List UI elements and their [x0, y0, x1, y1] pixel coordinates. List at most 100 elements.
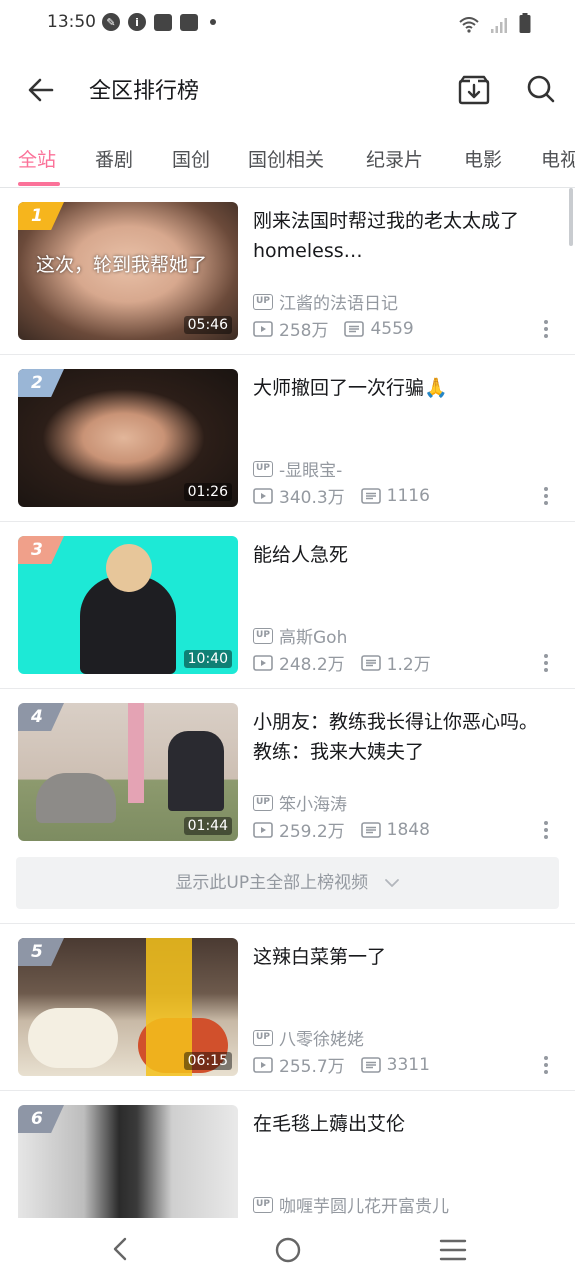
- danmaku-count: 4559: [370, 318, 414, 339]
- danmaku-icon: [360, 821, 381, 838]
- more-options-icon[interactable]: [540, 1054, 552, 1076]
- danmaku-icon: [344, 320, 365, 337]
- danmaku-count: 1.2万: [386, 655, 431, 675]
- video-title[interactable]: 能给人急死: [253, 540, 553, 570]
- uploader-name: -显眼宝-: [279, 461, 343, 481]
- tab-guochuang-related[interactable]: 国创相关: [248, 145, 324, 172]
- play-count: 255.7万: [279, 1057, 345, 1077]
- rank-badge: 1: [18, 202, 64, 230]
- more-notifications-icon: [210, 19, 216, 25]
- video-item[interactable]: 5 06:15 这辣白菜第一了 UP 八零徐姥姥 255.7万 3311: [0, 924, 575, 1091]
- rank-badge: 4: [18, 703, 64, 731]
- notification-icons: ✎ i: [102, 13, 216, 31]
- play-count-icon: [253, 320, 273, 337]
- nav-home-icon[interactable]: [274, 1236, 302, 1264]
- video-thumbnail[interactable]: 5 06:15: [18, 938, 238, 1076]
- search-icon[interactable]: [521, 69, 561, 109]
- video-duration: 10:40: [183, 650, 232, 668]
- tab-tv[interactable]: 电视: [541, 145, 575, 172]
- rank-badge: 6: [18, 1105, 64, 1133]
- uploader-name: 咖喱芋圆儿花开富贵儿: [279, 1197, 449, 1217]
- play-count: 258万: [279, 321, 329, 341]
- thumbnail-figure: [168, 731, 224, 811]
- uploader-row[interactable]: UP 高斯Goh: [253, 623, 347, 648]
- tab-documentary[interactable]: 纪录片: [366, 145, 423, 172]
- show-all-uploader-videos-button[interactable]: 显示此UP主全部上榜视频: [16, 857, 559, 909]
- video-item[interactable]: 2 01:26 大师撤回了一次行骗🙏 UP -显眼宝- 340.3万 1116: [0, 355, 575, 522]
- mail-icon: [180, 13, 198, 31]
- up-icon: UP: [253, 1196, 273, 1213]
- thumbnail-figure-head: [106, 544, 152, 592]
- uploader-row[interactable]: UP 咖喱芋圆儿花开富贵儿: [253, 1192, 449, 1217]
- play-count-icon: [253, 487, 273, 504]
- chevron-down-icon: [384, 879, 399, 887]
- uploader-row[interactable]: UP 江酱的法语日记: [253, 289, 398, 314]
- video-item[interactable]: 1 这次，轮到我帮她了 05:46 刚来法国时帮过我的老太太成了homeless…: [0, 188, 575, 355]
- mail-icon: [154, 13, 172, 31]
- play-count-icon: [253, 1056, 273, 1073]
- tab-all-site[interactable]: 全站: [18, 145, 56, 172]
- page-title: 全区排行榜: [89, 79, 200, 104]
- video-duration: 05:46: [183, 316, 232, 334]
- video-title[interactable]: 大师撤回了一次行骗🙏: [253, 373, 553, 403]
- up-icon: UP: [253, 1029, 273, 1046]
- video-item[interactable]: 4 01:44 小朋友：教练我长得让你恶心吗。 教练：我来大姨夫了 UP 笨小海…: [0, 689, 575, 856]
- up-icon: UP: [253, 293, 273, 310]
- app-notification-icon: ✎: [102, 13, 120, 31]
- thumbnail-figure: [36, 773, 116, 823]
- video-thumbnail[interactable]: 2 01:26: [18, 369, 238, 507]
- stats-row: 258万 4559: [253, 316, 414, 341]
- stats-row: 248.2万 1.2万: [253, 650, 431, 675]
- stats-row: 255.7万 3311: [253, 1052, 430, 1077]
- play-count: 340.3万: [279, 488, 345, 508]
- info-icon: i: [128, 13, 146, 31]
- uploader-row[interactable]: UP 八零徐姥姥: [253, 1025, 364, 1050]
- video-item[interactable]: 6 在毛毯上薅出艾伦 UP 咖喱芋圆儿花开富贵儿: [0, 1091, 575, 1218]
- thumbnail-buns: [28, 1008, 118, 1068]
- tab-bangumi[interactable]: 番剧: [95, 145, 133, 172]
- tab-movie[interactable]: 电影: [464, 145, 502, 172]
- tab-guochuang[interactable]: 国创: [172, 145, 210, 172]
- danmaku-count: 1116: [386, 485, 430, 506]
- uploader-name: 江酱的法语日记: [279, 294, 398, 314]
- more-options-icon[interactable]: [540, 652, 552, 674]
- danmaku-icon: [360, 487, 381, 504]
- video-item[interactable]: 3 10:40 能给人急死 UP 高斯Goh 248.2万 1.2万: [0, 522, 575, 689]
- video-duration: 06:15: [183, 1052, 232, 1070]
- video-title[interactable]: 在毛毯上薅出艾伦: [253, 1109, 553, 1139]
- top-app-bar: 全区排行榜: [0, 48, 575, 132]
- back-arrow-icon[interactable]: [22, 70, 62, 110]
- battery-icon: [519, 13, 531, 33]
- danmaku-icon: [360, 1056, 381, 1073]
- download-icon[interactable]: [454, 70, 494, 110]
- video-title[interactable]: 这辣白菜第一了: [253, 942, 553, 972]
- ranking-list[interactable]: 1 这次，轮到我帮她了 05:46 刚来法国时帮过我的老太太成了homeless…: [0, 188, 575, 1218]
- video-title[interactable]: 刚来法国时帮过我的老太太成了homeless…: [253, 206, 553, 266]
- uploader-row[interactable]: UP 笨小海涛: [253, 790, 347, 815]
- more-options-icon[interactable]: [540, 318, 552, 340]
- rank-badge: 5: [18, 938, 64, 966]
- play-count-icon: [253, 654, 273, 671]
- stats-row: 340.3万 1116: [253, 483, 430, 508]
- video-title[interactable]: 小朋友：教练我长得让你恶心吗。 教练：我来大姨夫了: [253, 707, 553, 767]
- video-thumbnail[interactable]: 6: [18, 1105, 238, 1218]
- thumbnail-background-door: [128, 703, 144, 803]
- uploader-name: 笨小海涛: [279, 795, 347, 815]
- up-icon: UP: [253, 794, 273, 811]
- nav-back-icon[interactable]: [108, 1236, 134, 1262]
- nav-menu-icon[interactable]: [439, 1238, 467, 1262]
- more-options-icon[interactable]: [540, 819, 552, 841]
- video-thumbnail[interactable]: 3 10:40: [18, 536, 238, 674]
- play-count-icon: [253, 821, 273, 838]
- category-tabs: 全站 番剧 国创 国创相关 纪录片 电影 电视: [0, 132, 575, 188]
- rank-badge: 3: [18, 536, 64, 564]
- uploader-name: 八零徐姥姥: [279, 1030, 364, 1050]
- uploader-row[interactable]: UP -显眼宝-: [253, 456, 342, 481]
- status-time: 13:50: [47, 12, 96, 32]
- video-thumbnail[interactable]: 1 这次，轮到我帮她了 05:46: [18, 202, 238, 340]
- more-options-icon[interactable]: [540, 485, 552, 507]
- up-icon: UP: [253, 627, 273, 644]
- up-icon: UP: [253, 460, 273, 477]
- video-thumbnail[interactable]: 4 01:44: [18, 703, 238, 841]
- rank-badge: 2: [18, 369, 64, 397]
